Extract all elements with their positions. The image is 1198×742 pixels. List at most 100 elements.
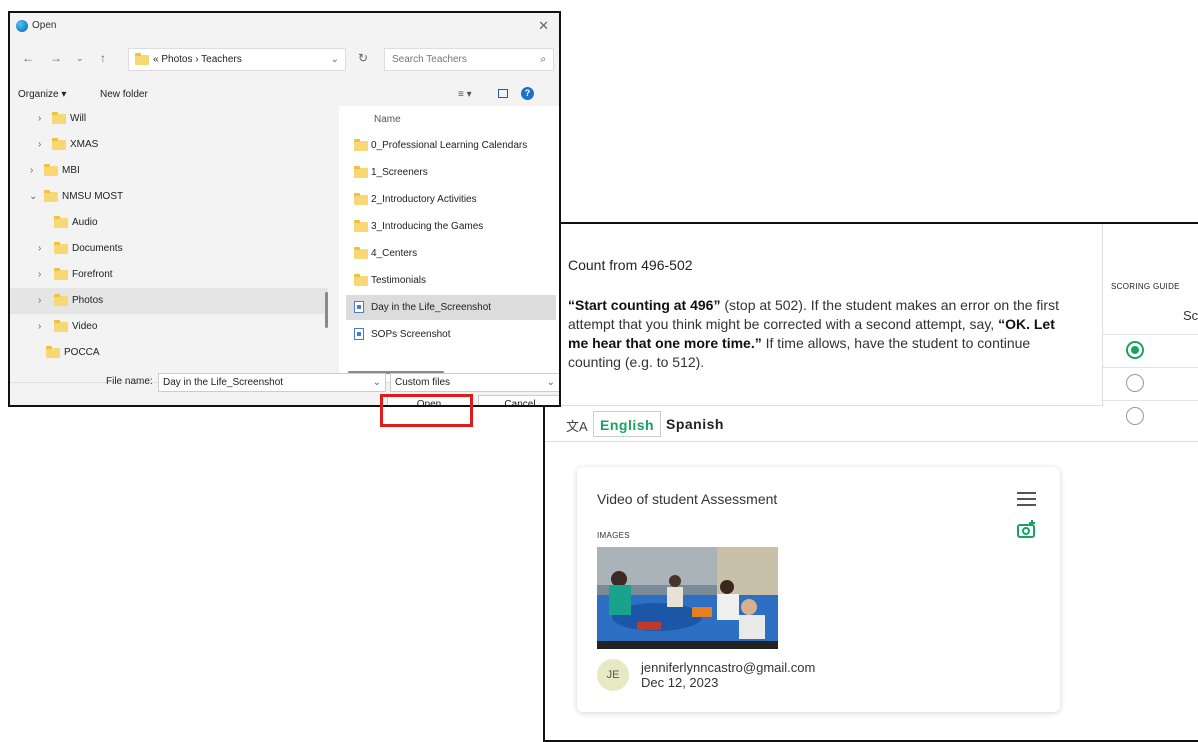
- file-item-label: 4_Centers: [371, 248, 418, 259]
- dialog-toolbar: Organize ▾ New folder ≡ ▾ ?: [10, 83, 559, 105]
- chevron-right-icon[interactable]: ›: [38, 269, 41, 280]
- tree-item-documents[interactable]: › Documents: [10, 236, 328, 262]
- avatar: JE: [597, 659, 629, 691]
- address-bar[interactable]: « Photos › Teachers ⌄: [128, 48, 346, 71]
- file-name-dropdown-icon[interactable]: ⌄: [373, 374, 381, 391]
- upload-date: Dec 12, 2023: [641, 675, 719, 690]
- file-item[interactable]: SOPs Screenshot: [346, 322, 556, 347]
- folder-icon: [52, 112, 66, 124]
- evidence-card: Video of student Assessment IMAGES JE je…: [577, 467, 1060, 712]
- view-options-icon[interactable]: ≡ ▾: [458, 89, 472, 100]
- navigation-scrollbar[interactable]: [325, 292, 328, 328]
- tree-item-audio[interactable]: Audio: [10, 210, 328, 236]
- folder-icon: [54, 216, 68, 228]
- radio-icon[interactable]: [1126, 407, 1144, 425]
- chevron-right-icon[interactable]: ›: [38, 243, 41, 254]
- tree-item-label: XMAS: [70, 139, 99, 150]
- file-item-selected[interactable]: Day in the Life_Screenshot: [346, 295, 556, 320]
- up-arrow-icon[interactable]: ↑: [100, 51, 106, 65]
- file-item[interactable]: 1_Screeners: [346, 160, 556, 185]
- folder-icon: [44, 164, 58, 176]
- new-folder-button[interactable]: New folder: [100, 89, 148, 100]
- language-tab-spanish[interactable]: Spanish: [666, 411, 724, 437]
- images-label: IMAGES: [597, 531, 630, 540]
- menu-icon[interactable]: [1017, 492, 1036, 506]
- video-thumbnail[interactable]: [597, 547, 778, 649]
- tree-item-xmas[interactable]: › XMAS: [10, 132, 328, 158]
- radio-selected-icon[interactable]: [1126, 341, 1144, 359]
- tree-item-video[interactable]: › Video: [10, 314, 328, 340]
- preview-pane-icon[interactable]: [498, 89, 508, 98]
- navigation-bar: ← → ⌄ ↑ « Photos › Teachers ⌄ ↻ Search T…: [10, 43, 559, 75]
- card-title: Video of student Assessment: [597, 491, 778, 507]
- folder-icon: [354, 166, 368, 178]
- tree-item-label: NMSU MOST: [62, 191, 124, 202]
- chevron-down-icon[interactable]: ⌄: [547, 374, 555, 391]
- file-item[interactable]: 2_Introductory Activities: [346, 187, 556, 212]
- back-arrow-icon[interactable]: ←: [22, 51, 34, 65]
- chevron-right-icon[interactable]: ›: [38, 321, 41, 332]
- file-item[interactable]: 4_Centers: [346, 241, 556, 266]
- folder-icon: [354, 247, 368, 259]
- file-item[interactable]: 0_Professional Learning Calendars: [346, 133, 556, 158]
- refresh-icon[interactable]: ↻: [358, 51, 368, 65]
- add-photo-icon[interactable]: [1017, 520, 1037, 538]
- file-item-label: Testimonials: [371, 275, 427, 286]
- address-dropdown-icon[interactable]: ⌄: [331, 49, 339, 70]
- file-item[interactable]: 3_Introducing the Games: [346, 214, 556, 239]
- tree-item-photos[interactable]: › Photos: [10, 288, 328, 314]
- score-option-2[interactable]: [1103, 367, 1198, 400]
- folder-icon: [54, 294, 68, 306]
- tree-item-label: Video: [72, 321, 98, 332]
- language-bar: 文A English Spanish: [545, 406, 1103, 442]
- chevron-right-icon[interactable]: ›: [30, 165, 33, 176]
- question-instructions: “Start counting at 496” (stop at 502). I…: [568, 296, 1078, 372]
- tree-item-forefront[interactable]: › Forefront: [10, 262, 328, 288]
- organize-button[interactable]: Organize ▾: [18, 89, 66, 100]
- file-type-select[interactable]: Custom files ⌄: [390, 373, 559, 392]
- cancel-button[interactable]: Cancel: [478, 395, 559, 405]
- language-tab-english[interactable]: English: [593, 411, 662, 437]
- forward-arrow-icon[interactable]: →: [50, 51, 62, 65]
- folder-icon: [46, 346, 60, 358]
- folder-icon: [354, 220, 368, 232]
- chevron-right-icon[interactable]: ›: [38, 295, 41, 306]
- file-list-pane: Name 0_Professional Learning Calendars 1…: [339, 106, 559, 382]
- close-icon[interactable]: ✕: [538, 18, 549, 34]
- breadcrumb: « Photos › Teachers: [153, 54, 242, 65]
- score-option-3[interactable]: [1103, 400, 1198, 433]
- dialog-footer: File name: Day in the Life_Screenshot ⌄ …: [10, 373, 559, 405]
- author-email: jenniferlynncastro@gmail.com: [641, 660, 816, 675]
- tree-item-label: Forefront: [72, 269, 113, 280]
- help-icon[interactable]: ?: [521, 87, 534, 100]
- image-file-icon: [354, 301, 364, 313]
- tree-item-pocca[interactable]: POCCA: [10, 340, 328, 366]
- dialog-titlebar: Open ✕: [10, 13, 559, 41]
- folder-icon: [354, 274, 368, 286]
- file-item-label: 0_Professional Learning Calendars: [371, 140, 528, 151]
- chevron-down-icon[interactable]: ⌄: [29, 191, 37, 202]
- tree-item-will[interactable]: › Will: [10, 106, 328, 132]
- open-button-highlight: [380, 394, 473, 427]
- radio-icon[interactable]: [1126, 374, 1144, 392]
- file-item-label: Day in the Life_Screenshot: [371, 302, 492, 313]
- chevron-right-icon[interactable]: ›: [38, 139, 41, 150]
- file-name-input[interactable]: Day in the Life_Screenshot ⌄: [158, 373, 386, 392]
- file-item[interactable]: Testimonials: [346, 268, 556, 293]
- tree-item-nmsu-most[interactable]: ⌄ NMSU MOST: [10, 184, 328, 210]
- recent-locations-chevron-icon[interactable]: ⌄: [76, 53, 84, 64]
- navigation-pane: › Will › XMAS › MBI ⌄ NMSU MOST Audio › …: [10, 106, 330, 382]
- question-title: Count from 496-502: [568, 257, 693, 273]
- score-option-1[interactable]: [1103, 334, 1198, 367]
- chevron-right-icon[interactable]: ›: [38, 113, 41, 124]
- folder-icon: [354, 193, 368, 205]
- search-input[interactable]: Search Teachers ⌕: [384, 48, 554, 71]
- folder-icon: [52, 138, 66, 150]
- file-name-value: Day in the Life_Screenshot: [163, 377, 284, 388]
- image-file-icon: [354, 328, 364, 340]
- file-item-label: 2_Introductory Activities: [371, 194, 477, 205]
- file-name-label: File name:: [106, 376, 153, 387]
- tree-item-mbi[interactable]: › MBI: [10, 158, 328, 184]
- folder-icon: [135, 53, 149, 65]
- column-header-name[interactable]: Name: [374, 114, 401, 125]
